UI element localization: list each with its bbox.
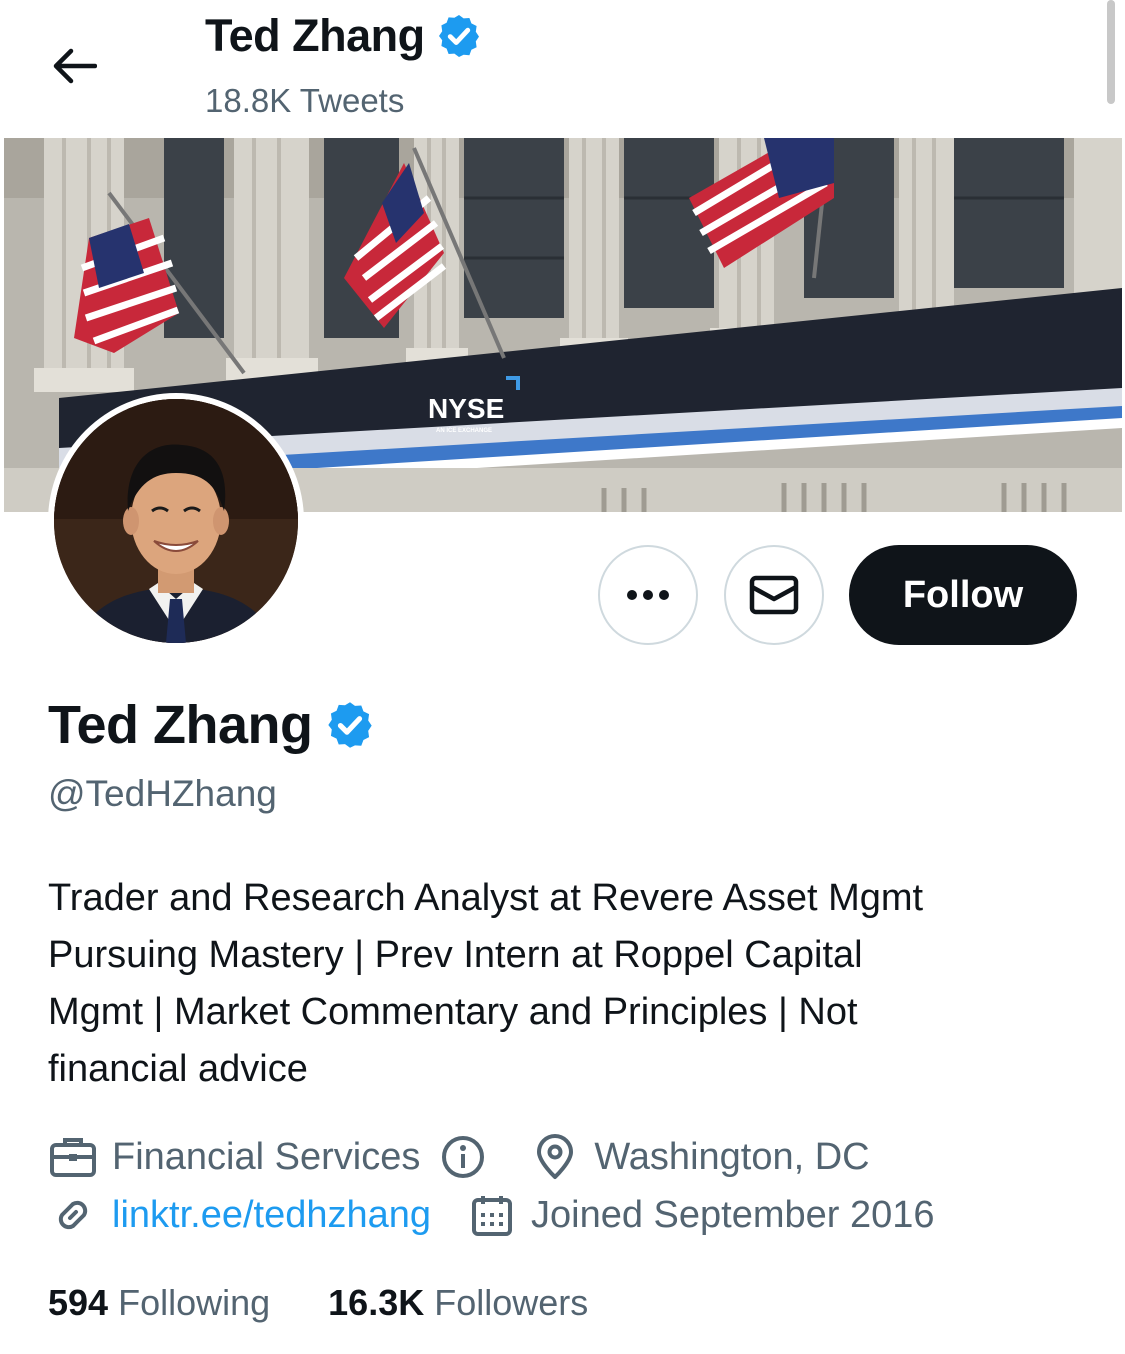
header-title: Ted Zhang <box>205 10 483 62</box>
website-link[interactable]: linktr.ee/tedhzhang <box>112 1194 431 1237</box>
profile-meta-row: Financial Services Washington, DC <box>48 1132 870 1182</box>
more-icon <box>627 590 669 600</box>
info-icon[interactable] <box>438 1132 488 1182</box>
followers-label: Followers <box>434 1282 589 1323</box>
follow-button[interactable]: Follow <box>849 545 1077 645</box>
avatar-photo <box>54 399 298 643</box>
profile-category: Financial Services <box>48 1132 488 1182</box>
banner-sign-text: NYSE <box>428 393 504 424</box>
verified-badge-icon <box>438 15 479 57</box>
bio-line: Pursuing Mastery | Prev Intern at Roppel… <box>48 934 863 976</box>
follow-stats: 594 Following 16.3K Followers <box>48 1282 588 1324</box>
profile-meta-row: linktr.ee/tedhzhang Joined September 201… <box>48 1190 935 1240</box>
briefcase-icon <box>48 1132 98 1182</box>
calendar-icon <box>467 1190 517 1240</box>
profile-bio: Trader and Research Analyst at Revere As… <box>48 870 1068 1098</box>
category-text: Financial Services <box>112 1135 421 1178</box>
link-icon <box>48 1190 98 1240</box>
followers-count: 16.3K <box>328 1282 425 1323</box>
location-text: Washington, DC <box>594 1135 870 1178</box>
profile-location: Washington, DC <box>530 1132 870 1182</box>
header-tweet-count: 18.8K Tweets <box>205 82 405 119</box>
profile-name: Ted Zhang <box>48 695 313 755</box>
bio-line: Trader and Research Analyst at Revere As… <box>48 877 924 919</box>
followers-stat[interactable]: 16.3K Followers <box>328 1282 588 1324</box>
following-count: 594 <box>48 1282 109 1323</box>
profile-header-bar: Ted Zhang 18.8K Tweets <box>0 0 1125 138</box>
back-arrow-icon <box>53 48 97 84</box>
joined-text: Joined September 2016 <box>531 1193 935 1236</box>
back-button[interactable] <box>44 38 104 94</box>
more-options-button[interactable] <box>598 545 698 645</box>
banner-sign-subtext: AN ICE EXCHANGE <box>436 428 492 434</box>
profile-name-row: Ted Zhang <box>48 694 376 756</box>
profile-website: linktr.ee/tedhzhang <box>48 1190 431 1240</box>
following-stat[interactable]: 594 Following <box>48 1282 270 1324</box>
profile-avatar[interactable] <box>48 393 304 649</box>
message-button[interactable] <box>724 545 824 645</box>
header-name: Ted Zhang <box>205 10 425 61</box>
profile-joined: Joined September 2016 <box>467 1190 935 1240</box>
verified-badge-icon[interactable] <box>324 699 376 751</box>
bio-line: Mgmt | Market Commentary and Principles … <box>48 991 858 1033</box>
scrollbar[interactable] <box>1107 0 1115 104</box>
location-pin-icon <box>530 1132 580 1182</box>
mail-icon <box>749 575 799 615</box>
following-label: Following <box>118 1282 271 1323</box>
bio-line: financial advice <box>48 1048 308 1090</box>
profile-handle: @TedHZhang <box>48 773 277 814</box>
